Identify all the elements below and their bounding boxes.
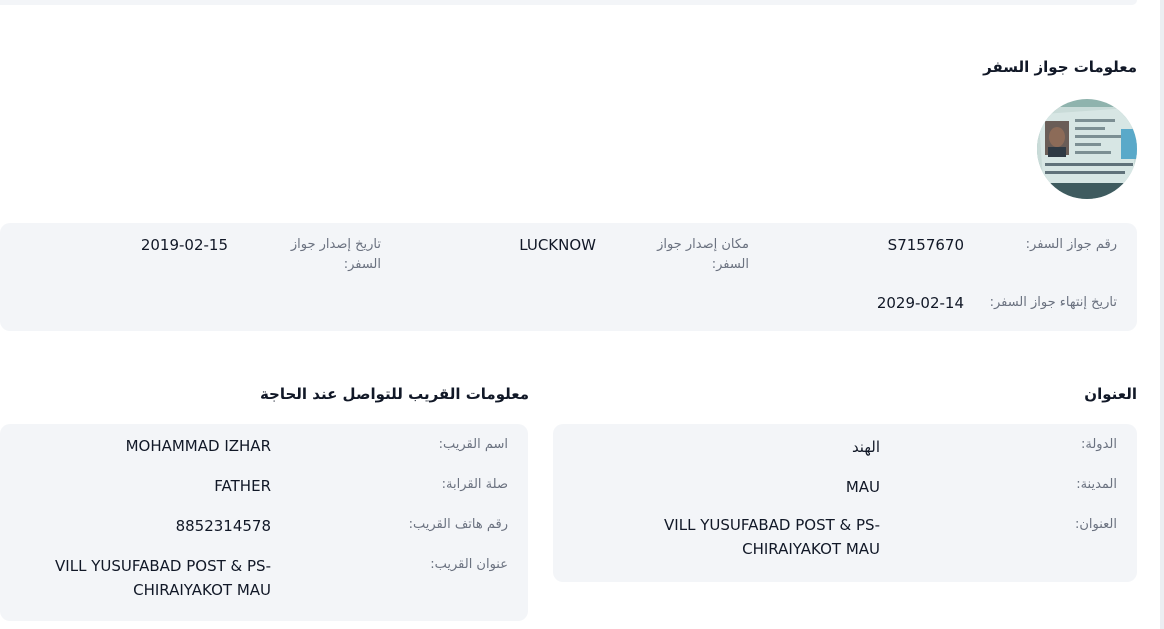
address-value: VILL YUSUFABAD POST & PS-CHIRAIYAKOT MAU: [664, 516, 880, 558]
passport-expiry-date-label: تاريخ إنتهاء جواز السفر:: [989, 295, 1117, 310]
passport-issue-date-value: 2019-02-15: [140, 236, 228, 254]
relation-value: FATHER: [214, 477, 271, 495]
relative-address-value: VILL YUSUFABAD POST & PS-CHIRAIYAKOT MAU: [55, 557, 271, 599]
relative-name-label: اسم القريب:: [438, 437, 508, 452]
page: معلومات جواز السفر رقم جواز السفر: S7157…: [0, 0, 1164, 629]
relative-address-label: عنوان القريب:: [430, 557, 508, 572]
passport-place-value: LUCKNOW: [519, 236, 596, 254]
passport-photo[interactable]: [1037, 99, 1137, 199]
passport-photo-image: [1037, 99, 1137, 199]
address-label: العنوان:: [1074, 517, 1117, 532]
relative-section-title: معلومات القريب للتواصل عند الحاجة: [259, 385, 529, 403]
address-section-title: العنوان: [1084, 385, 1137, 403]
passport-info-panel: رقم جواز السفر: S7157670 مكان إصدار جواز…: [0, 223, 1137, 331]
relative-phone-label: رقم هاتف القريب:: [408, 517, 508, 532]
country-value: الهند: [851, 438, 880, 456]
country-label: الدولة:: [1081, 437, 1117, 452]
passport-issue-date-label: تاريخ إصدار جواز السفر:: [290, 237, 381, 272]
relative-phone-value: 8852314578: [175, 517, 271, 535]
relative-name-value: MOHAMMAD IZHAR: [125, 437, 271, 455]
city-label: المدينة:: [1076, 477, 1117, 492]
passport-number-value: S7157670: [887, 236, 964, 254]
passport-section-title: معلومات جواز السفر: [983, 58, 1137, 76]
city-value: MAU: [845, 478, 880, 496]
previous-panel-edge: [0, 0, 1137, 5]
relative-info-panel: اسم القريب: MOHAMMAD IZHAR صلة القرابة: …: [0, 424, 528, 621]
address-info-panel: الدولة: الهند المدينة: MAU العنوان: VILL…: [553, 424, 1137, 582]
scrollbar[interactable]: [1160, 0, 1164, 629]
relation-label: صلة القرابة:: [441, 477, 508, 492]
passport-place-label: مكان إصدار جواز السفر:: [657, 237, 749, 272]
passport-expiry-date-value: 2029-02-14: [876, 294, 964, 312]
passport-number-label: رقم جواز السفر:: [1025, 237, 1117, 252]
